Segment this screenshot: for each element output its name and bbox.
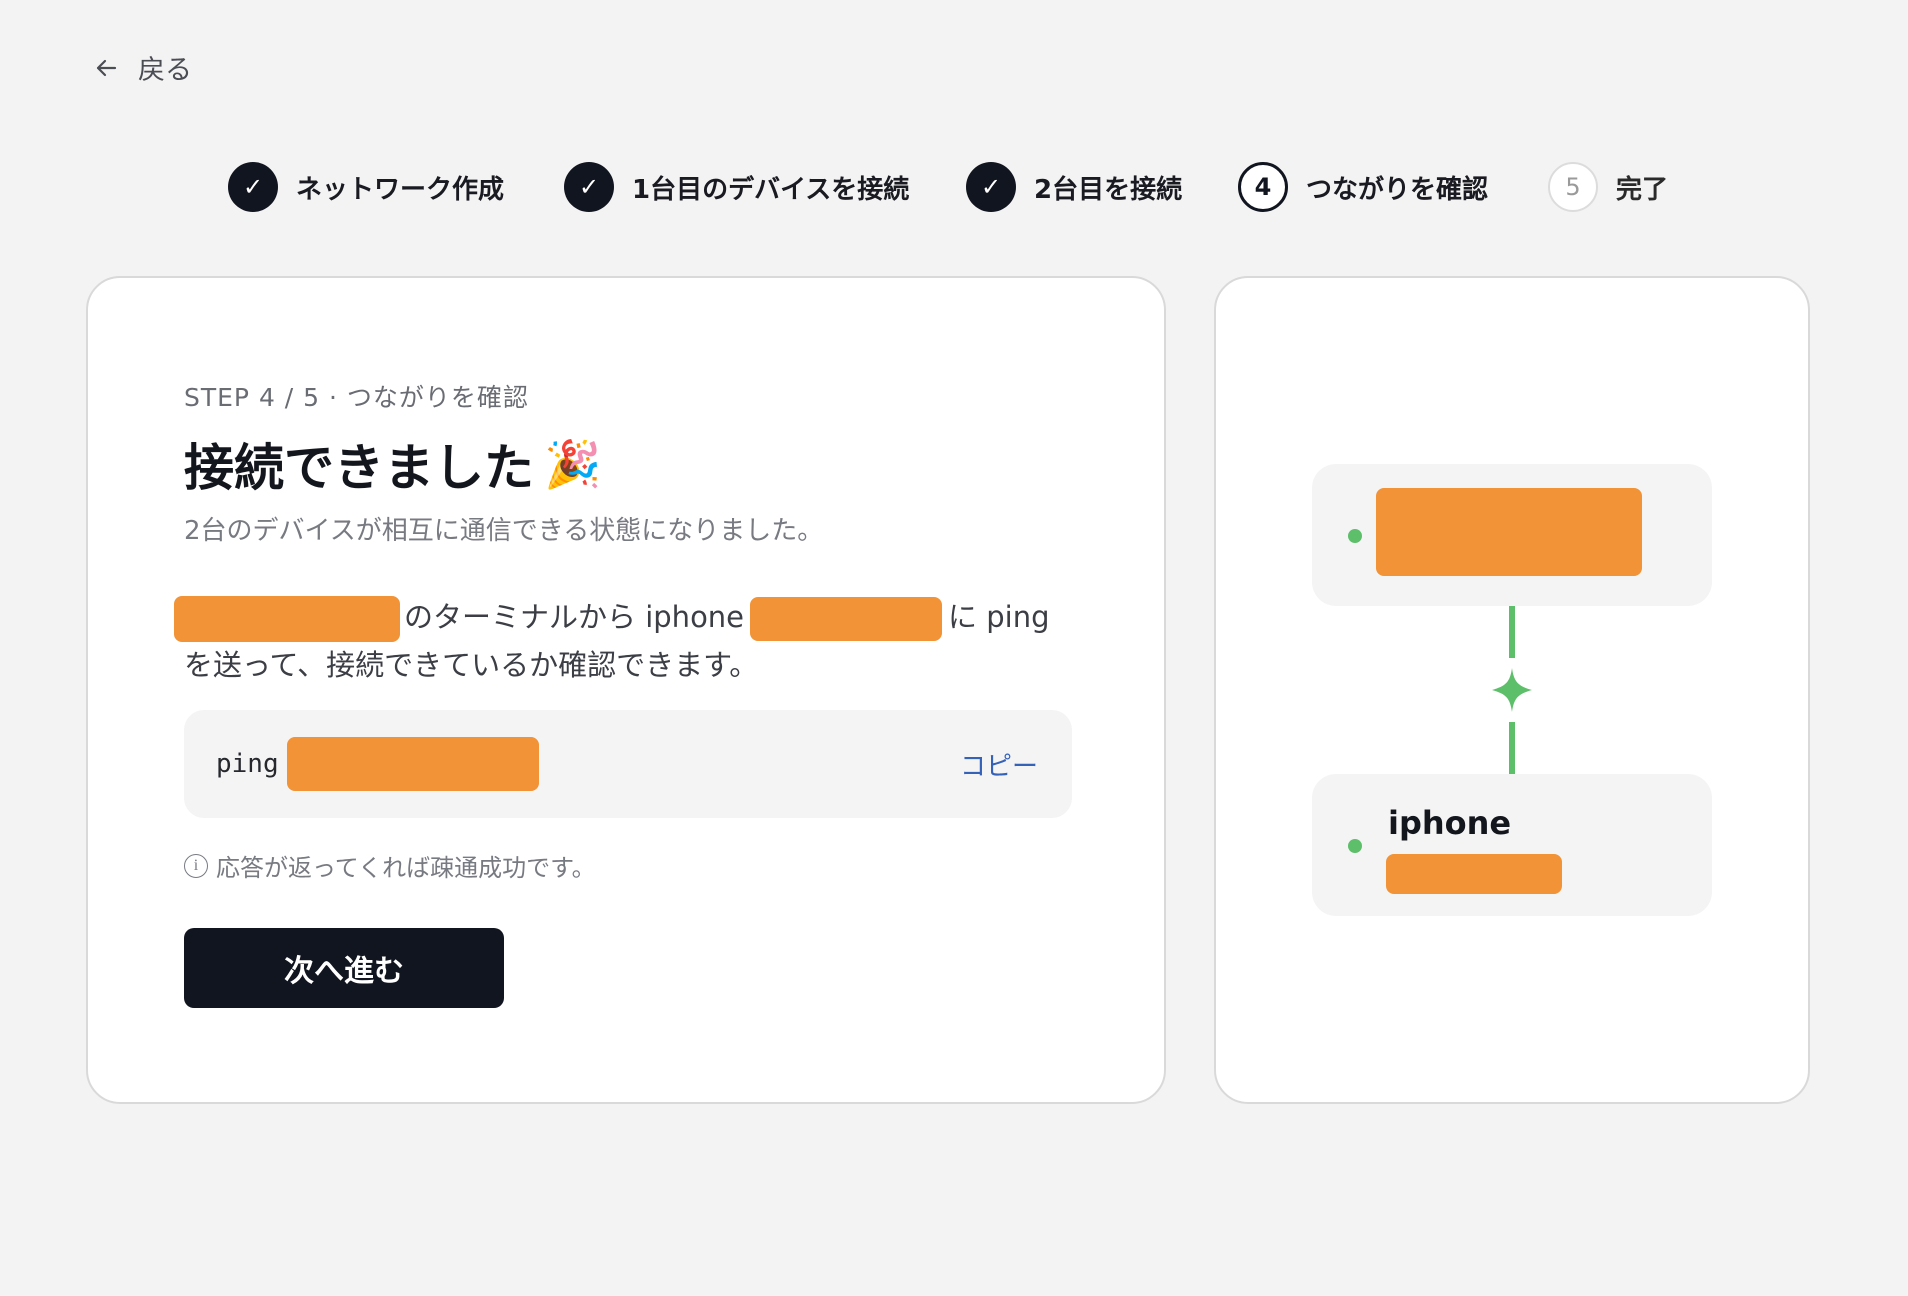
instruction-text: のターミナルから iphone に ping を送って、接続できているか確認できま… — [174, 594, 1084, 688]
device-name: iphone — [1388, 804, 1512, 842]
hint-text: 応答が返ってくれば疎通成功です。 — [216, 854, 596, 882]
step-complete: 5 完了 — [1548, 162, 1668, 212]
step-number: 4 — [1238, 162, 1288, 212]
connection-diagram-card: iphone — [1214, 276, 1810, 1104]
device-node-iphone: iphone — [1312, 774, 1712, 916]
step-network-create: ✓ ネットワーク作成 — [228, 162, 504, 212]
party-popper-icon: 🎉 — [544, 436, 602, 491]
step-label: ネットワーク作成 — [296, 174, 505, 205]
check-icon: ✓ — [564, 162, 614, 212]
sparkle-icon — [1492, 668, 1532, 712]
info-icon: i — [184, 853, 208, 878]
step-label: つながりを確認 — [1306, 174, 1489, 205]
step-connect-first-device: ✓ 1台目のデバイスを接続 — [564, 162, 909, 212]
step-eyebrow: STEP 4 / 5 · つながりを確認 — [184, 383, 529, 412]
next-button[interactable]: 次へ進む — [184, 928, 504, 1008]
arrow-left-icon — [94, 56, 118, 80]
page-subtitle: 2台のデバイスが相互に通信できる状態になりました。 — [184, 516, 824, 546]
check-icon: ✓ — [228, 162, 278, 212]
device-node-first — [1312, 464, 1712, 606]
redacted-command-target — [286, 737, 539, 791]
step-label: 1台目のデバイスを接続 — [632, 174, 910, 205]
command-text: ping — [216, 749, 279, 779]
hint: i 応答が返ってくれば疎通成功です。 — [184, 848, 596, 883]
back-label: 戻る — [138, 55, 192, 86]
step-verify-connection: 4 つながりを確認 — [1238, 162, 1488, 212]
page-title: 接続できました 🎉 — [184, 428, 601, 500]
online-status-dot — [1348, 839, 1362, 853]
online-status-dot — [1348, 529, 1362, 543]
title-text: 接続できました — [184, 439, 534, 497]
step-number: 5 — [1548, 162, 1598, 212]
main-card: STEP 4 / 5 · つながりを確認 接続できました 🎉 2台のデバイスが相… — [86, 276, 1166, 1104]
copy-button[interactable]: コピー — [960, 746, 1038, 783]
step-label: 2台目を接続 — [1034, 174, 1183, 205]
instruction-part-1: のターミナルから iphone — [404, 600, 745, 634]
step-connect-second-device: ✓ 2台目を接続 — [966, 162, 1182, 212]
command-box: ping コピー — [184, 710, 1072, 818]
check-icon: ✓ — [966, 162, 1016, 212]
redacted-device-address — [1386, 854, 1562, 894]
redacted-device-name — [174, 596, 400, 642]
back-link[interactable]: 戻る — [94, 48, 192, 87]
redacted-device-name — [1376, 488, 1642, 576]
redacted-device-address — [750, 597, 943, 641]
connection-link — [1490, 606, 1534, 778]
step-label: 完了 — [1616, 174, 1669, 205]
stepper: ✓ ネットワーク作成 ✓ 1台目のデバイスを接続 ✓ 2台目を接続 4 つながり… — [0, 162, 1908, 214]
